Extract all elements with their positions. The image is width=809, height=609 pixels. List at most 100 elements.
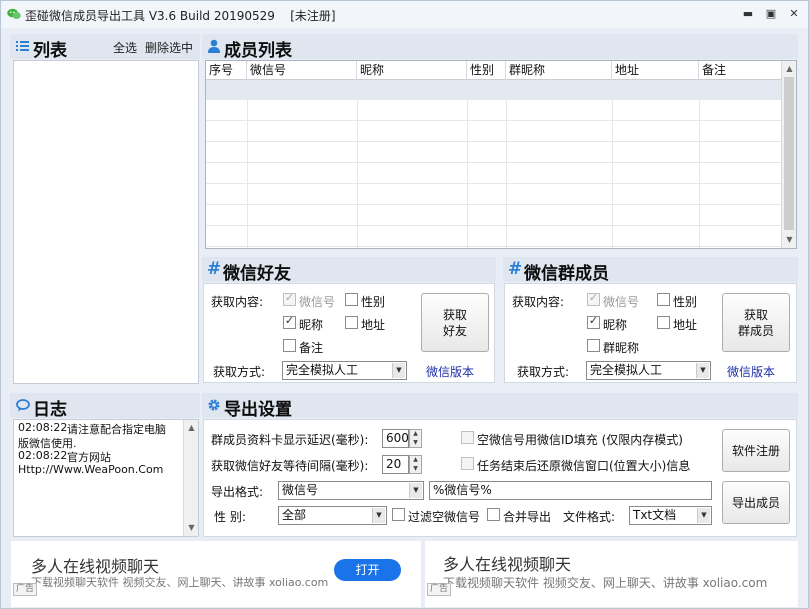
chevron-down-icon[interactable]: ▼ xyxy=(372,508,385,523)
spin-up-icon[interactable]: ▲ xyxy=(410,430,421,438)
spin-up-icon[interactable]: ▲ xyxy=(410,456,421,464)
table-row[interactable] xyxy=(206,122,782,142)
close-button[interactable]: ✕ xyxy=(786,7,802,21)
friend-wait-spinner[interactable]: ▲ ▼ xyxy=(409,455,422,474)
spin-down-icon[interactable]: ▼ xyxy=(410,439,421,447)
export-members-button[interactable]: 导出成员 xyxy=(722,481,790,524)
table-row[interactable] xyxy=(206,164,782,184)
gender-filter-select[interactable]: 全部 ▼ xyxy=(278,506,387,525)
group-wechat-id-checkbox[interactable]: ✓ xyxy=(587,291,600,306)
table-row[interactable] xyxy=(206,185,782,205)
title-bar: 歪碰微信成员导出工具 V3.6 Build 20190529 [未注册] ▬ ▣… xyxy=(1,1,808,28)
table-row[interactable] xyxy=(206,80,782,100)
friends-nickname-label: 昵称 xyxy=(299,318,324,332)
scroll-up-icon[interactable]: ▲ xyxy=(784,64,795,73)
friends-address-checkbox[interactable] xyxy=(345,316,358,329)
export-template-value: %微信号% xyxy=(433,483,492,497)
restore-button[interactable]: ▣ xyxy=(763,7,779,21)
friends-version-link[interactable]: 微信版本 xyxy=(426,363,474,380)
ad-title[interactable]: 多人在线视频聊天 xyxy=(443,551,571,575)
friends-nickname-checkbox[interactable]: ✓ xyxy=(283,314,296,329)
ad-tag: 广告 xyxy=(13,583,38,596)
ad-subtitle[interactable]: 下载视频聊天软件 视频交友、网上聊天、讲故事 xoliao.com xyxy=(443,574,767,591)
group-version-link[interactable]: 微信版本 xyxy=(727,363,775,380)
check-icon: ✓ xyxy=(284,314,295,327)
friends-fetch-mode-select[interactable]: 完全模拟人工 ▼ xyxy=(282,361,407,380)
table-row[interactable] xyxy=(206,227,782,247)
friends-remark-checkbox[interactable] xyxy=(283,339,296,352)
chevron-down-icon[interactable]: ▼ xyxy=(696,363,709,378)
friends-gender-checkbox[interactable] xyxy=(345,293,358,306)
hash-icon: # xyxy=(207,259,222,279)
export-format-select[interactable]: 微信号 ▼ xyxy=(278,481,424,500)
fetch-friends-button[interactable]: 获取 好友 xyxy=(421,293,489,352)
scrollbar-thumb[interactable] xyxy=(784,77,794,230)
friends-address-label: 地址 xyxy=(361,318,386,332)
column-header[interactable]: 序号 xyxy=(206,61,247,80)
member-table[interactable]: 序号 微信号 昵称 性别 群昵称 地址 备注 ▲ ▼ xyxy=(205,60,797,249)
registration-status: [未注册] xyxy=(290,9,336,23)
chevron-down-icon[interactable]: ▼ xyxy=(697,508,710,523)
log-entry-time: 02:08:22 xyxy=(18,449,68,462)
column-header[interactable]: 群昵称 xyxy=(506,61,612,80)
group-panel-title: 微信群成员 xyxy=(524,264,609,284)
gender-filter-label: 性 别: xyxy=(214,510,246,524)
group-address-checkbox[interactable] xyxy=(657,316,670,329)
export-format-value: 微信号 xyxy=(282,483,319,497)
column-header[interactable]: 昵称 xyxy=(357,61,467,80)
hash-icon: # xyxy=(508,259,523,279)
file-format-select[interactable]: Txt文档 ▼ xyxy=(629,506,712,525)
minimize-button[interactable]: ▬ xyxy=(740,7,756,21)
fetch-content-label: 获取内容: xyxy=(512,295,565,309)
friends-wechat-id-label: 微信号 xyxy=(299,295,336,309)
member-table-header: 序号 微信号 昵称 性别 群昵称 地址 备注 xyxy=(206,61,782,80)
member-panel-title: 成员列表 xyxy=(224,41,292,61)
column-divider xyxy=(612,80,613,248)
column-header[interactable]: 地址 xyxy=(612,61,699,80)
scroll-up-icon[interactable]: ▲ xyxy=(186,423,197,432)
select-all-button[interactable]: 全选 xyxy=(113,39,137,56)
friends-fetch-mode-value: 完全模拟人工 xyxy=(286,363,359,377)
group-wechat-id-label: 微信号 xyxy=(603,295,640,309)
ad-subtitle[interactable]: 下载视频聊天软件 视频交友、网上聊天、讲故事 xoliao.com xyxy=(31,574,328,590)
column-divider xyxy=(247,80,248,248)
filter-empty-id-checkbox[interactable] xyxy=(392,508,405,521)
friend-wait-input[interactable]: 20 xyxy=(382,455,409,474)
group-fetch-mode-select[interactable]: 完全模拟人工 ▼ xyxy=(586,361,711,380)
restore-window-checkbox[interactable] xyxy=(461,457,474,470)
table-row[interactable] xyxy=(206,206,782,226)
group-list-box[interactable] xyxy=(13,60,199,384)
column-divider xyxy=(699,80,700,248)
merge-export-checkbox[interactable] xyxy=(487,508,500,521)
group-nickname-in-group-checkbox[interactable] xyxy=(587,339,600,352)
register-button[interactable]: 软件注册 xyxy=(722,429,790,472)
delete-selected-button[interactable]: 删除选中 xyxy=(145,39,193,56)
group-nickname-checkbox[interactable]: ✓ xyxy=(587,314,600,329)
ad-open-button[interactable]: 打开 xyxy=(334,559,401,581)
log-entry-text: Http://Www.WeaPoon.Com xyxy=(18,463,164,476)
column-header[interactable]: 性别 xyxy=(467,61,506,80)
table-row[interactable] xyxy=(206,101,782,121)
list-panel-title: 列表 xyxy=(33,41,67,61)
export-template-input[interactable]: %微信号% xyxy=(429,481,712,500)
card-delay-input[interactable]: 600 xyxy=(382,429,409,448)
column-header[interactable]: 备注 xyxy=(699,61,782,80)
scroll-down-icon[interactable]: ▼ xyxy=(784,235,795,244)
group-gender-checkbox[interactable] xyxy=(657,293,670,306)
log-scrollbar[interactable]: ▲ ▼ xyxy=(183,420,198,536)
chevron-down-icon[interactable]: ▼ xyxy=(392,363,405,378)
column-header[interactable]: 微信号 xyxy=(247,61,357,80)
chevron-down-icon[interactable]: ▼ xyxy=(409,483,422,498)
table-scrollbar[interactable]: ▲ ▼ xyxy=(781,61,796,248)
friends-wechat-id-checkbox[interactable]: ✓ xyxy=(283,291,296,306)
log-entry-time: 02:08:22 xyxy=(18,421,68,434)
spin-down-icon[interactable]: ▼ xyxy=(410,465,421,473)
fetch-group-members-button[interactable]: 获取 群成员 xyxy=(722,293,790,352)
export-panel-title: 导出设置 xyxy=(224,400,292,420)
card-delay-spinner[interactable]: ▲ ▼ xyxy=(409,429,422,448)
friend-wait-label: 获取微信好友等待间隔(毫秒): xyxy=(211,459,369,473)
table-row[interactable] xyxy=(206,143,782,163)
scroll-down-icon[interactable]: ▼ xyxy=(186,523,197,532)
file-format-label: 文件格式: xyxy=(563,510,616,524)
fill-empty-id-checkbox[interactable] xyxy=(461,431,474,444)
